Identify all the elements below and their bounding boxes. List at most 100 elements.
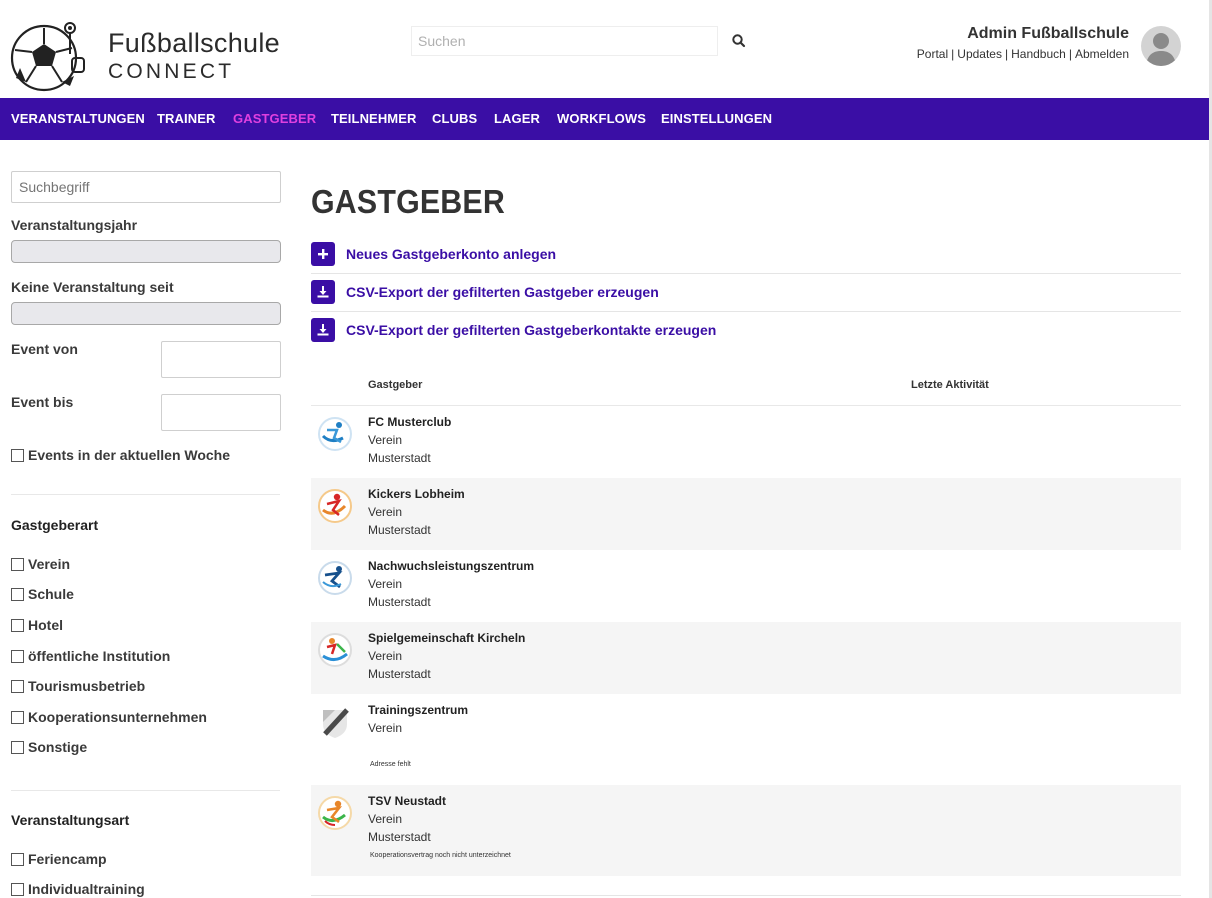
checkbox-label: Verein	[28, 556, 71, 572]
club-logo-icon	[323, 708, 349, 738]
event-from-input[interactable]	[161, 341, 281, 378]
host-type-tourismus[interactable]: Tourismusbetrieb	[11, 678, 145, 694]
checkbox-label: Feriencamp	[28, 851, 107, 867]
event-to-input[interactable]	[161, 394, 281, 431]
host-name[interactable]: Kickers Lobheim	[368, 487, 465, 501]
page-title: GASTGEBER	[311, 183, 505, 220]
event-from-label: Event von	[11, 341, 78, 357]
checkbox-label: Individualtraining	[28, 881, 145, 897]
download-icon	[311, 318, 335, 342]
checkbox[interactable]	[11, 557, 24, 571]
table-row[interactable]: Kickers Lobheim Verein Musterstadt	[311, 478, 1181, 550]
checkbox[interactable]	[11, 448, 24, 462]
filter-search-input[interactable]	[11, 171, 281, 203]
nav-einstellungen[interactable]: EINSTELLUNGEN	[661, 111, 772, 126]
club-logo-icon	[318, 417, 352, 451]
host-city: Musterstadt	[368, 667, 431, 681]
portal-link[interactable]: Portal	[917, 47, 948, 61]
checkbox[interactable]	[11, 679, 24, 693]
checkbox[interactable]	[11, 882, 24, 896]
csv-export-hosts-action[interactable]: CSV-Export der gefilterten Gastgeber erz…	[311, 273, 1181, 311]
checkbox[interactable]	[11, 618, 24, 632]
new-host-account-action[interactable]: Neues Gastgeberkonto anlegen	[311, 235, 1181, 273]
table-row[interactable]: FC Musterclub Verein Musterstadt	[311, 406, 1181, 478]
table-row[interactable]: TSV Neustadt Verein Musterstadt Kooperat…	[311, 785, 1181, 876]
event-type-heading: Veranstaltungsart	[11, 812, 130, 828]
checkbox-label: Tourismusbetrieb	[28, 678, 146, 694]
checkbox-label: öffentliche Institution	[28, 648, 171, 664]
avatar[interactable]	[1141, 26, 1181, 66]
host-name[interactable]: Trainingszentrum	[368, 703, 468, 717]
search-icon[interactable]	[730, 32, 748, 50]
host-name[interactable]: Spielgemeinschaft Kircheln	[368, 631, 525, 645]
main-nav: VERANSTALTUNGEN TRAINER GASTGEBER TEILNE…	[0, 98, 1212, 140]
year-label: Veranstaltungsjahr	[11, 217, 138, 233]
csv-export-contacts-action[interactable]: CSV-Export der gefilterten Gastgeberkont…	[311, 311, 1181, 349]
club-logo-icon	[318, 489, 352, 523]
host-type-institution[interactable]: öffentliche Institution	[11, 648, 170, 664]
host-name[interactable]: FC Musterclub	[368, 415, 451, 429]
nav-workflows[interactable]: WORKFLOWS	[557, 111, 646, 126]
event-type-individualtraining[interactable]: Individualtraining	[11, 881, 145, 897]
host-type: Verein	[368, 505, 403, 519]
current-week-checkbox[interactable]: Events in der aktuellen Woche	[11, 447, 230, 463]
divider	[11, 790, 280, 791]
nav-clubs[interactable]: CLUBS	[432, 111, 477, 126]
host-type-kooperation[interactable]: Kooperationsunternehmen	[11, 709, 207, 725]
checkbox-label: Events in der aktuellen Woche	[28, 447, 231, 463]
brand-line1: Fußballschule	[108, 28, 280, 58]
host-city: Musterstadt	[368, 451, 431, 465]
table-row[interactable]: Spielgemeinschaft Kircheln Verein Muster…	[311, 622, 1181, 694]
logout-link[interactable]: Abmelden	[1075, 47, 1129, 61]
divider	[311, 895, 1181, 896]
event-to-label: Event bis	[11, 394, 74, 410]
column-header-letzte-aktivitaet[interactable]: Letzte Aktivität	[911, 379, 989, 391]
separator: |	[1004, 47, 1009, 61]
host-name[interactable]: Nachwuchsleistungszentrum	[368, 559, 534, 573]
column-header-gastgeber[interactable]: Gastgeber	[368, 379, 422, 391]
host-type: Verein	[368, 649, 403, 663]
nav-veranstaltungen[interactable]: VERANSTALTUNGEN	[11, 111, 145, 126]
checkbox[interactable]	[11, 852, 24, 866]
host-type: Verein	[368, 721, 403, 735]
host-type-sonstige[interactable]: Sonstige	[11, 739, 87, 755]
no-event-since-label: Keine Veranstaltung seit	[11, 279, 174, 295]
table-row[interactable]: Trainingszentrum Verein Adresse fehlt	[311, 694, 1181, 784]
club-logo-icon	[318, 561, 352, 595]
host-type-schule[interactable]: Schule	[11, 586, 74, 602]
host-type: Verein	[368, 812, 403, 826]
checkbox[interactable]	[11, 740, 24, 754]
host-note: Kooperationsvertrag noch nicht unterzeic…	[370, 852, 511, 859]
action-label: CSV-Export der gefilterten Gastgeber erz…	[346, 284, 659, 300]
brand-name: Fußballschule CONNECT	[108, 27, 280, 85]
checkbox-label: Sonstige	[28, 739, 88, 755]
year-select[interactable]	[11, 240, 281, 263]
host-type-heading: Gastgeberart	[11, 517, 99, 533]
handbuch-link[interactable]: Handbuch	[1011, 47, 1066, 61]
updates-link[interactable]: Updates	[957, 47, 1002, 61]
nav-lager[interactable]: LAGER	[494, 111, 540, 126]
club-logo-icon	[318, 633, 352, 667]
host-name[interactable]: TSV Neustadt	[368, 794, 446, 808]
host-type-verein[interactable]: Verein	[11, 556, 70, 572]
nav-trainer[interactable]: TRAINER	[157, 111, 215, 126]
nav-teilnehmer[interactable]: TEILNEHMER	[331, 111, 417, 126]
user-links: Portal | Updates | Handbuch | Abmelden	[917, 47, 1129, 61]
event-type-feriencamp[interactable]: Feriencamp	[11, 851, 107, 867]
action-label: Neues Gastgeberkonto anlegen	[346, 246, 557, 262]
soccer-ball-logo-icon[interactable]	[10, 16, 90, 92]
user-name: Admin Fußballschule	[967, 25, 1129, 42]
checkbox[interactable]	[11, 587, 24, 601]
divider	[11, 494, 280, 495]
checkbox[interactable]	[11, 710, 24, 724]
separator: |	[1068, 47, 1072, 61]
nav-gastgeber[interactable]: GASTGEBER	[233, 111, 316, 126]
table-row[interactable]: Nachwuchsleistungszentrum Verein Musters…	[311, 550, 1181, 622]
host-note: Adresse fehlt	[370, 761, 411, 768]
global-search-input[interactable]	[411, 26, 718, 56]
host-type-hotel[interactable]: Hotel	[11, 617, 63, 633]
host-type: Verein	[368, 433, 403, 447]
checkbox[interactable]	[11, 649, 24, 663]
no-event-since-select[interactable]	[11, 302, 281, 325]
club-logo-icon	[318, 796, 352, 830]
